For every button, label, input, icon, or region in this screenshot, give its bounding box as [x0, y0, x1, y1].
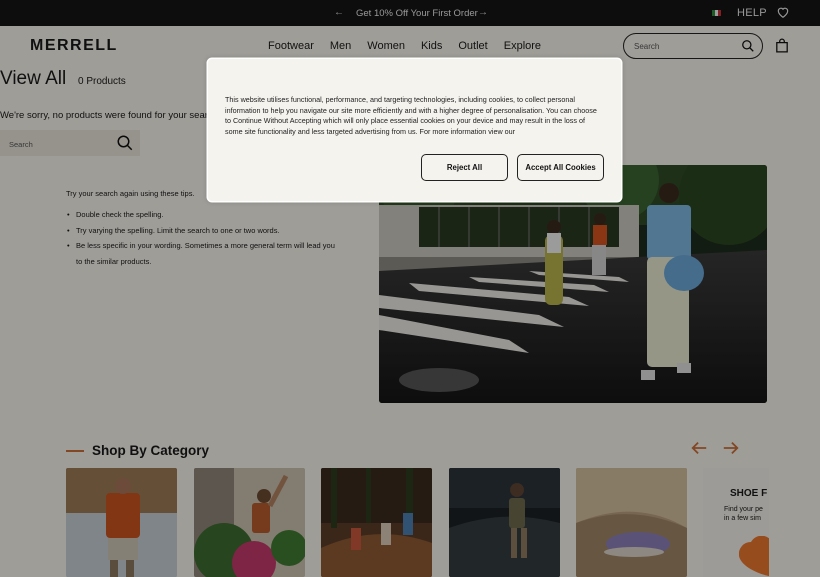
cookie-consent-text: This website utilises functional, perfor… — [225, 95, 597, 136]
cookie-consent-modal: This website utilises functional, perfor… — [208, 59, 621, 201]
reject-all-button[interactable]: Reject All — [421, 154, 508, 181]
accept-all-cookies-button[interactable]: Accept All Cookies — [517, 154, 604, 181]
